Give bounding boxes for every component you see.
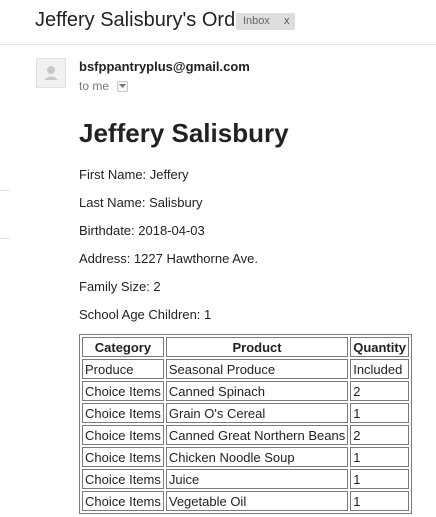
product-cell: Juice bbox=[165, 469, 349, 489]
product-cell: Canned Great Northern Beans bbox=[165, 425, 349, 445]
category-cell: Choice Items bbox=[82, 491, 164, 511]
category-cell: Choice Items bbox=[82, 403, 164, 423]
table-row: Choice Items Grain O's Cereal 1 bbox=[82, 403, 409, 423]
category-cell: Choice Items bbox=[82, 447, 164, 467]
category-cell: Choice Items bbox=[82, 381, 164, 401]
column-header-product: Product bbox=[165, 337, 349, 357]
table-row: Produce Seasonal Produce Included bbox=[82, 359, 409, 379]
product-cell: Seasonal Produce bbox=[165, 359, 349, 379]
thread-side-marker bbox=[0, 190, 10, 191]
table-row: Choice Items Canned Great Northern Beans… bbox=[82, 425, 409, 445]
column-header-category: Category bbox=[82, 337, 164, 357]
order-table: Category Product Quantity Produce Season… bbox=[79, 334, 412, 514]
thread-side-marker bbox=[0, 238, 10, 239]
recipient-details-toggle[interactable] bbox=[117, 81, 128, 92]
first-name-field: First Name: Jeffery bbox=[79, 167, 189, 182]
quantity-cell: 2 bbox=[350, 425, 409, 445]
quantity-cell: 2 bbox=[350, 381, 409, 401]
header-divider bbox=[0, 44, 436, 45]
product-cell: Vegetable Oil bbox=[165, 491, 349, 511]
category-cell: Choice Items bbox=[82, 425, 164, 445]
product-cell: Grain O's Cereal bbox=[165, 403, 349, 423]
inbox-label-text: Inbox bbox=[243, 15, 270, 27]
school-age-children-field: School Age Children: 1 bbox=[79, 307, 212, 322]
table-header-row: Category Product Quantity bbox=[82, 337, 409, 357]
last-name-field: Last Name: Salisbury bbox=[79, 195, 203, 210]
quantity-cell: 1 bbox=[350, 403, 409, 423]
quantity-cell: 1 bbox=[350, 447, 409, 467]
message-heading: Jeffery Salisbury bbox=[79, 118, 289, 148]
product-cell: Canned Spinach bbox=[165, 381, 349, 401]
recipient-summary: to me bbox=[79, 79, 110, 93]
remove-label-button[interactable]: x bbox=[284, 13, 290, 30]
quantity-cell: 1 bbox=[350, 469, 409, 489]
table-row: Choice Items Canned Spinach 2 bbox=[82, 381, 409, 401]
column-header-quantity: Quantity bbox=[350, 337, 409, 357]
table-row: Choice Items Juice 1 bbox=[82, 469, 409, 489]
quantity-cell: Included bbox=[350, 359, 409, 379]
inbox-label-chip[interactable]: Inbox x bbox=[236, 13, 295, 30]
product-cell: Chicken Noodle Soup bbox=[165, 447, 349, 467]
category-cell: Choice Items bbox=[82, 469, 164, 489]
address-field: Address: 1227 Hawthorne Ave. bbox=[79, 251, 258, 266]
birthdate-field: Birthdate: 2018-04-03 bbox=[79, 223, 205, 238]
email-subject: Jeffery Salisbury's Order bbox=[35, 9, 253, 31]
person-silhouette-icon bbox=[44, 66, 58, 80]
dropdown-arrow-icon bbox=[119, 84, 126, 88]
sender-email[interactable]: bsfppantryplus@gmail.com bbox=[79, 59, 250, 74]
table-row: Choice Items Chicken Noodle Soup 1 bbox=[82, 447, 409, 467]
quantity-cell: 1 bbox=[350, 491, 409, 511]
family-size-field: Family Size: 2 bbox=[79, 279, 161, 294]
table-row: Choice Items Vegetable Oil 1 bbox=[82, 491, 409, 511]
subject-bar: Jeffery Salisbury's Order Inbox x bbox=[0, 0, 436, 44]
sender-avatar[interactable] bbox=[36, 58, 66, 88]
category-cell: Produce bbox=[82, 359, 164, 379]
